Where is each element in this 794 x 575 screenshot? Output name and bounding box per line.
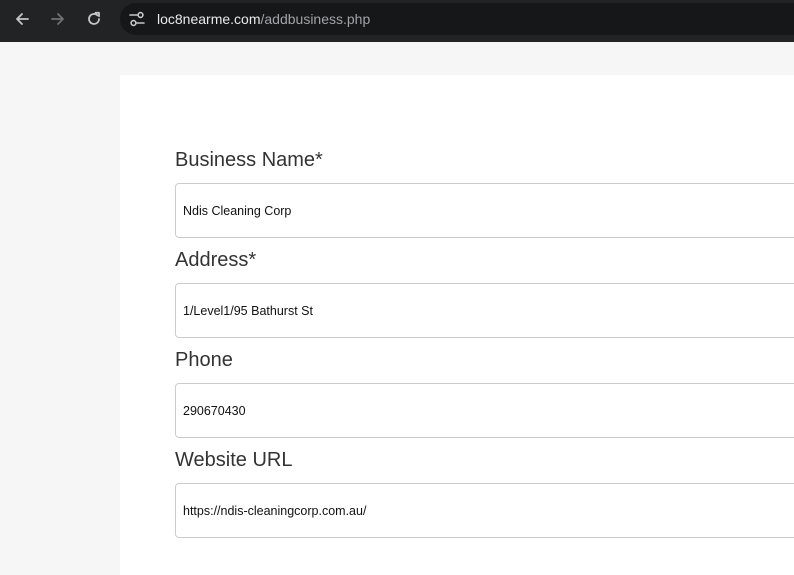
add-business-form: Business Name* Address* Phone Website UR…: [120, 75, 794, 575]
forward-button[interactable]: [42, 5, 74, 33]
url-host: loc8nearme.com: [157, 11, 261, 27]
business-name-input[interactable]: [175, 183, 794, 238]
back-button[interactable]: [6, 5, 38, 33]
phone-label: Phone: [175, 349, 233, 371]
browser-toolbar: loc8nearme.com/addbusiness.php: [0, 0, 794, 42]
page-content: Business Name* Address* Phone Website UR…: [0, 42, 794, 575]
website-url-label: Website URL: [175, 449, 293, 471]
business-name-label: Business Name*: [175, 149, 323, 171]
arrow-left-icon: [16, 13, 29, 25]
address-input[interactable]: [175, 283, 794, 338]
reload-icon: [88, 11, 100, 25]
address-bar[interactable]: loc8nearme.com/addbusiness.php: [120, 3, 794, 35]
address-label: Address*: [175, 249, 257, 271]
arrow-right-icon: [51, 13, 64, 25]
reload-button[interactable]: [78, 5, 110, 33]
tune-icon[interactable]: [128, 10, 146, 28]
phone-input[interactable]: [175, 383, 794, 438]
website-url-input[interactable]: [175, 483, 794, 538]
url-text[interactable]: loc8nearme.com/addbusiness.php: [157, 10, 370, 28]
url-path: /addbusiness.php: [260, 11, 371, 27]
